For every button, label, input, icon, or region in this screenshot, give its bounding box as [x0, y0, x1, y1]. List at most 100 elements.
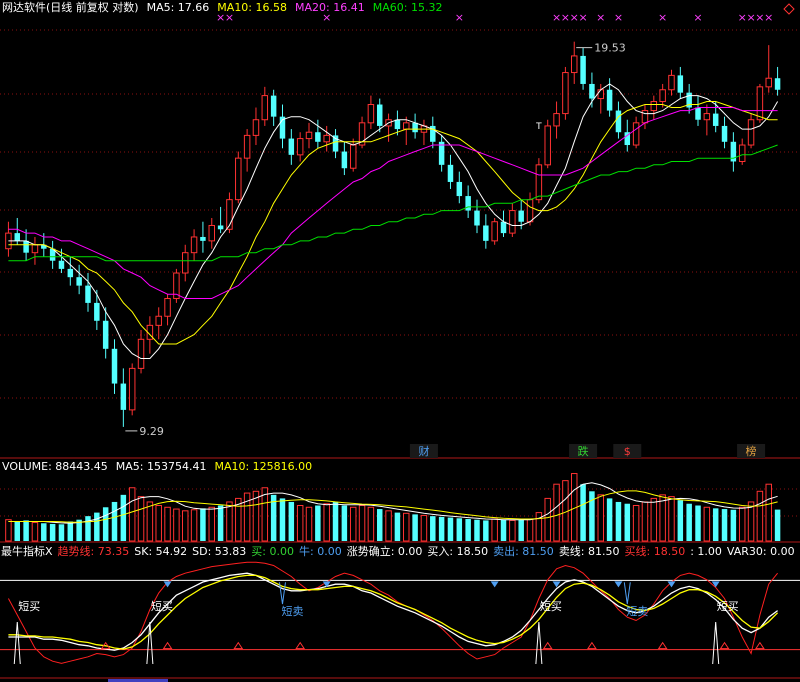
candle-body-up	[243, 134, 251, 159]
candle-body-down	[518, 210, 524, 222]
candle-body-up	[738, 144, 746, 162]
volume-bar-down	[518, 519, 524, 541]
volume-bar-up	[323, 503, 330, 542]
price-header-ma20: MA20: 16.41	[295, 1, 365, 14]
volume-bar-up	[190, 509, 198, 542]
candle-body-down	[580, 55, 586, 84]
candle-body-up	[323, 134, 330, 143]
candle-body-down	[721, 125, 728, 142]
candle-body-down	[270, 95, 277, 117]
indicator-header-buy_in: 买入: 18.50	[427, 545, 488, 558]
indicator-header-var30: VAR30: 0.00	[727, 545, 795, 558]
candle-body-up	[296, 138, 304, 156]
candle-body-down	[58, 260, 65, 269]
candle-body-down	[315, 132, 321, 142]
volume-bar-down	[120, 494, 127, 541]
volume-header-ma5: MA5: 153754.41	[116, 460, 207, 473]
indicator-header-trend: 趋势线: 73.35	[58, 544, 130, 558]
volume-bar-down	[474, 519, 480, 541]
candle-body-down	[23, 240, 29, 253]
candle-body-up	[668, 74, 675, 91]
candle-body-up	[235, 157, 242, 201]
volume-bar-down	[67, 521, 74, 541]
volume-bar-down	[23, 520, 29, 541]
top-signal-marker: ×	[614, 11, 623, 24]
volume-header-ma10: MA10: 125816.00	[214, 460, 312, 473]
indicator-header-bull: 牛: 0.00	[299, 544, 342, 558]
volume-bar-down	[677, 500, 684, 541]
candle-body-up	[181, 252, 189, 274]
volume-bar-down	[102, 507, 109, 541]
candle-body-up	[659, 89, 666, 103]
volume-bar-up	[756, 490, 764, 542]
candle-body-up	[137, 338, 145, 369]
candle-body-up	[765, 77, 772, 88]
volume-bar-down	[483, 520, 489, 541]
volume-bar-up	[349, 506, 357, 542]
volume-bar-down	[41, 523, 47, 541]
short-buy-label: 短买	[717, 599, 739, 613]
volume-bar-down	[430, 516, 436, 541]
candle-body-up	[261, 95, 269, 121]
top-signal-marker: ×	[596, 11, 605, 24]
high-price-label: 19.53	[594, 42, 626, 55]
volume-bar-up	[358, 505, 366, 542]
candle-body-down	[483, 225, 489, 241]
event-flag-label: 财	[418, 444, 429, 458]
candle-body-down	[85, 285, 91, 303]
candle-body-down	[677, 75, 684, 93]
candle-body-down	[456, 181, 463, 197]
volume-bar-up	[128, 487, 136, 542]
candle-body-up	[535, 164, 543, 201]
top-signal-marker: ×	[755, 11, 764, 24]
price-header-ma60: MA60: 15.32	[373, 1, 443, 14]
candle-body-down	[712, 113, 719, 126]
top-signal-marker: ×	[455, 11, 464, 24]
candle-body-up	[252, 119, 260, 136]
short-sell-label: 短卖	[281, 604, 303, 618]
volume-bar-down	[412, 514, 418, 541]
candle-body-down	[465, 196, 471, 211]
volume-bar-down	[288, 501, 295, 541]
volume-bar-down	[279, 498, 286, 541]
candle-body-up	[562, 72, 569, 115]
volume-bar-up	[305, 506, 313, 542]
candle-body-down	[102, 320, 109, 349]
volume-bar-down	[615, 501, 622, 541]
volume-bar-up	[31, 522, 39, 542]
volume-bar-up	[544, 497, 551, 542]
volume-bar-up	[703, 506, 711, 542]
volume-bar-down	[217, 505, 224, 541]
candle-body-up	[703, 113, 711, 121]
candle-body-down	[695, 107, 701, 120]
volume-bar-up	[420, 514, 428, 542]
candle-body-down	[589, 83, 595, 99]
event-flag-label: 跌	[578, 444, 589, 458]
indicator-header-sell_line: 卖线: 81.50	[559, 544, 620, 558]
volume-bar-up	[385, 510, 392, 542]
indicator-header-buy: 买: 0.00	[251, 545, 294, 558]
volume-bar-down	[465, 518, 471, 541]
candle-body-up	[367, 104, 375, 124]
candle-body-down	[474, 210, 480, 226]
volume-bar-up	[641, 501, 649, 542]
volume-bar-down	[438, 516, 445, 541]
indicator-header-sk: SK: 54.92	[134, 545, 187, 558]
volume-bar-up	[491, 518, 498, 542]
stock-chart[interactable]: 19.539.29T× × × × × × × × × × × × × × × ×财跌 $ 榜网达软件(日线 前复…	[0, 0, 800, 682]
volume-bar-down	[500, 519, 507, 541]
top-signal-marker: ×	[746, 11, 755, 24]
indicator-header-sd: SD: 53.83	[192, 545, 246, 558]
volume-bar-up	[526, 518, 534, 542]
candle-body-down	[615, 110, 622, 133]
candle-body-down	[94, 302, 100, 321]
volume-bar-down	[58, 524, 65, 541]
volume-bar-up	[296, 505, 304, 542]
volume-bar-up	[226, 501, 233, 542]
volume-bar-down	[49, 523, 56, 541]
top-signal-marker: ×	[561, 11, 570, 24]
candle-body-down	[14, 233, 21, 241]
candle-body-up	[641, 110, 649, 124]
short-sell-label: 短卖	[626, 604, 648, 618]
candle-body-up	[491, 221, 498, 242]
